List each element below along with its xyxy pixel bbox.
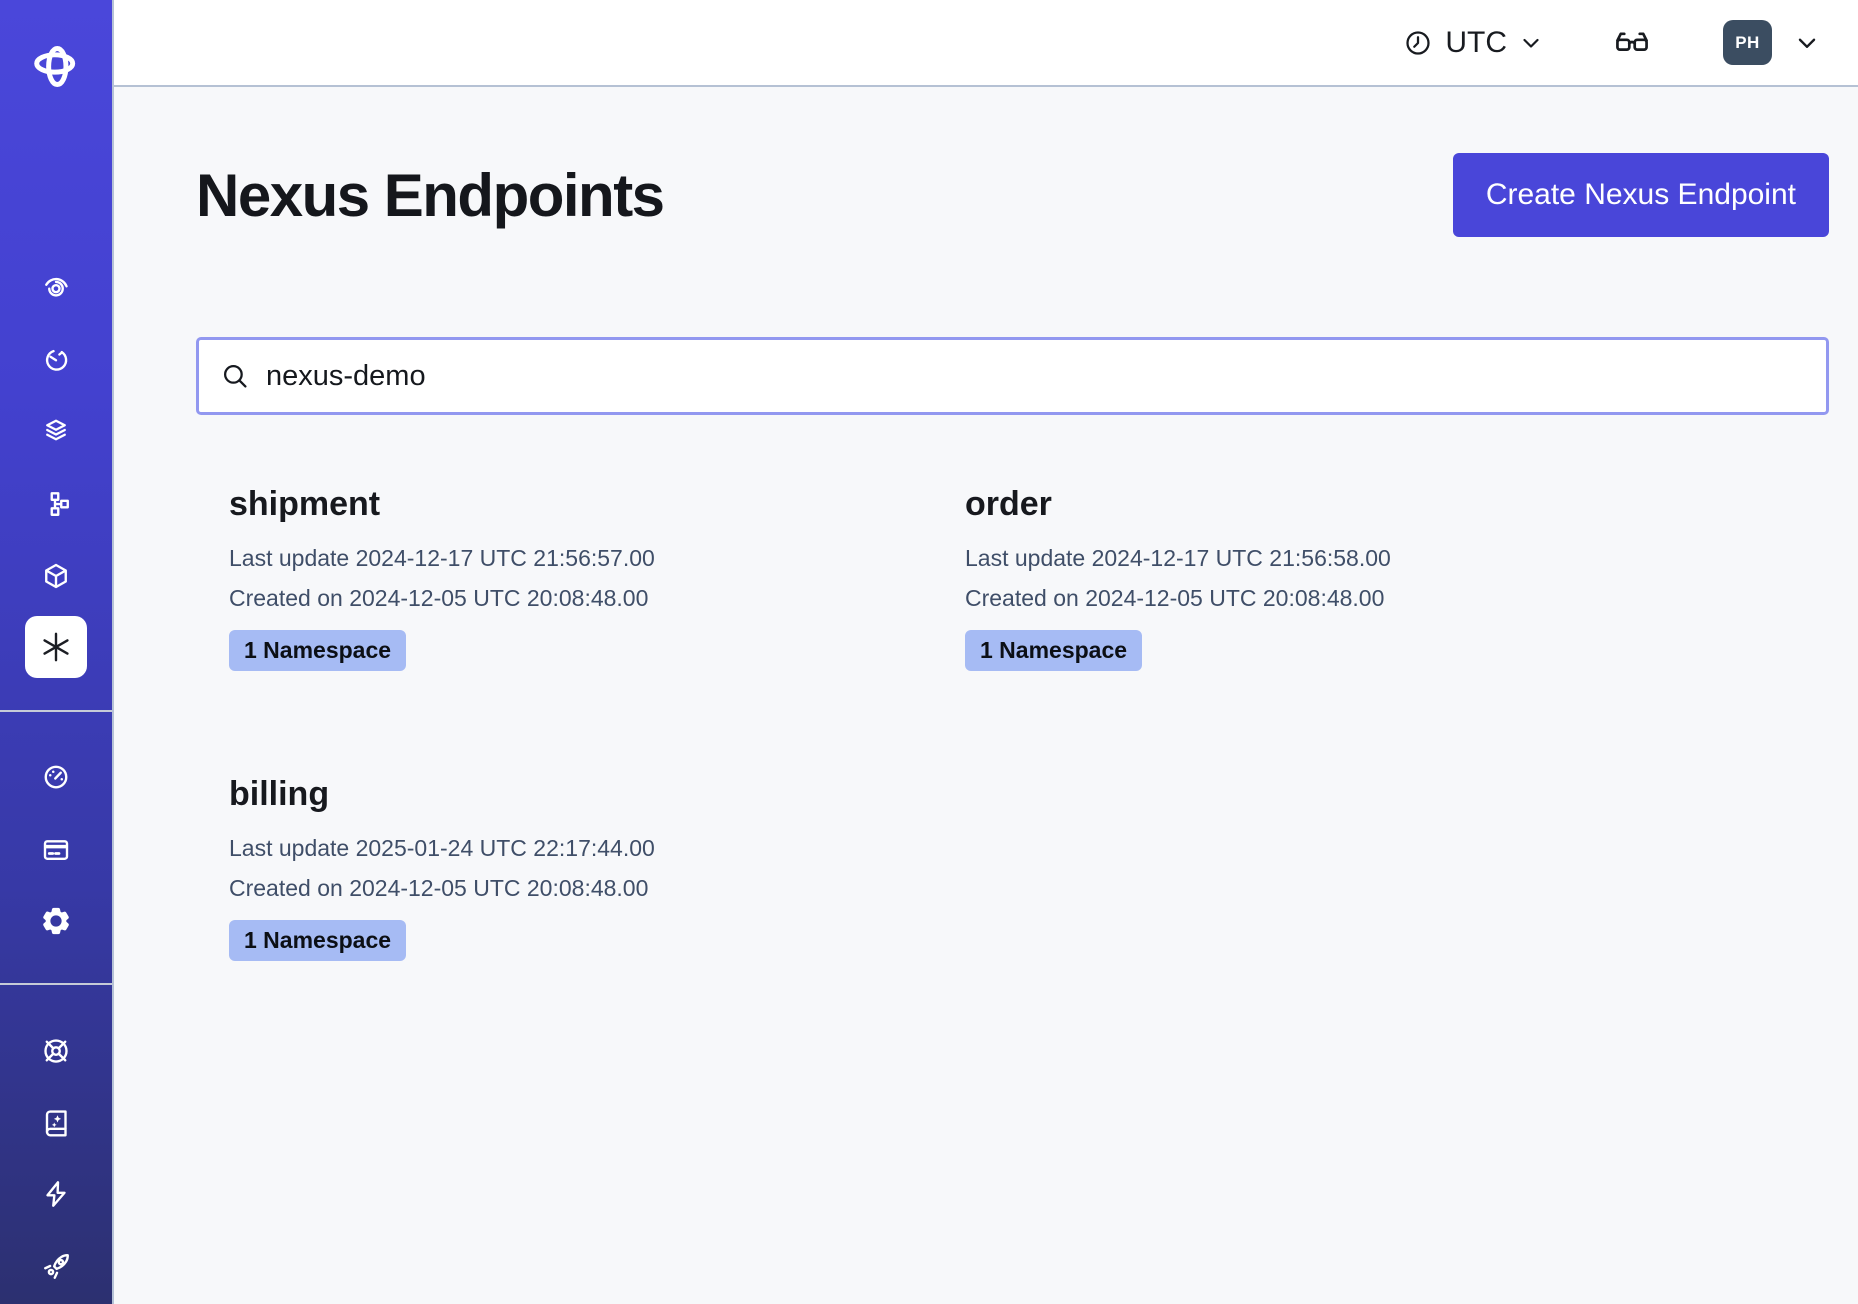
docs-book-icon [41,1108,71,1138]
timezone-selector[interactable]: UTC [1403,26,1543,60]
page-header: Nexus Endpoints Create Nexus Endpoint [196,153,1829,237]
endpoint-created: Created on 2024-12-05 UTC 20:08:48.00 [229,578,965,618]
page-content: Nexus Endpoints Create Nexus Endpoint sh… [114,87,1858,1304]
sidebar-item-deployments[interactable] [25,473,87,535]
avatar[interactable]: PH [1723,20,1772,65]
sidebar-item-support[interactable] [25,1020,87,1082]
nexus-asterisk-icon [38,629,74,665]
usage-gauge-icon [41,762,71,792]
page-title: Nexus Endpoints [196,161,664,230]
sidebar-item-schedules[interactable] [25,329,87,391]
temporal-logo[interactable] [29,38,83,92]
chevron-down-icon [1794,30,1820,56]
endpoint-name[interactable]: shipment [229,485,965,524]
endpoint-list: shipment Last update 2024-12-17 UTC 21:5… [229,485,1829,961]
account-menu[interactable]: PH [1723,20,1820,65]
namespace-count-badge: 1 Namespace [229,920,406,961]
search-box [196,337,1829,415]
endpoint-last-update: Last update 2024-12-17 UTC 21:56:58.00 [965,538,1701,578]
chevron-down-icon [1519,31,1543,55]
glasses-icon [1613,24,1651,62]
endpoint-name[interactable]: order [965,485,1701,524]
namespace-count-badge: 1 Namespace [965,630,1142,671]
support-lifebuoy-icon [41,1036,71,1066]
sidebar-item-batch[interactable] [25,400,87,462]
sidebar-item-nexus[interactable] [25,616,87,678]
settings-gear-icon [41,906,71,936]
sidebar-item-getting-started[interactable] [25,1236,87,1298]
sidebar [0,0,114,1304]
timezone-label: UTC [1445,26,1507,60]
billing-card-icon [41,835,71,865]
search-icon [219,360,251,392]
search-input[interactable] [266,360,1806,393]
sidebar-item-settings[interactable] [25,890,87,952]
sidebar-item-usage[interactable] [25,746,87,808]
sidebar-item-workflows[interactable] [25,257,87,319]
schedules-icon [41,345,71,375]
sidebar-divider [0,983,112,985]
namespaces-icon [41,561,71,591]
topbar: UTC PH [114,0,1858,87]
sidebar-divider [0,710,112,712]
endpoint-created: Created on 2024-12-05 UTC 20:08:48.00 [965,578,1701,618]
namespace-count-badge: 1 Namespace [229,630,406,671]
endpoint-card[interactable]: order Last update 2024-12-17 UTC 21:56:5… [965,485,1701,671]
endpoint-last-update: Last update 2025-01-24 UTC 22:17:44.00 [229,828,965,868]
clock-icon [1403,28,1433,58]
deployments-icon [41,489,71,519]
endpoint-card[interactable]: shipment Last update 2024-12-17 UTC 21:5… [229,485,965,671]
feedback-zap-icon [41,1179,71,1209]
sidebar-item-feedback[interactable] [25,1163,87,1225]
create-nexus-endpoint-button[interactable]: Create Nexus Endpoint [1453,153,1829,237]
data-encoder-button[interactable] [1613,24,1651,62]
endpoint-created: Created on 2024-12-05 UTC 20:08:48.00 [229,868,965,908]
endpoint-name[interactable]: billing [229,775,965,814]
endpoint-last-update: Last update 2024-12-17 UTC 21:56:57.00 [229,538,965,578]
getting-started-rocket-icon [41,1252,71,1282]
main-shell: UTC PH Nexus Endpoints Create Nexus Endp… [114,0,1858,1304]
workflows-icon [41,273,71,303]
sidebar-item-docs[interactable] [25,1092,87,1154]
sidebar-item-namespaces[interactable] [25,545,87,607]
batch-icon [41,416,71,446]
endpoint-card[interactable]: billing Last update 2025-01-24 UTC 22:17… [229,775,965,961]
sidebar-item-billing[interactable] [25,819,87,881]
